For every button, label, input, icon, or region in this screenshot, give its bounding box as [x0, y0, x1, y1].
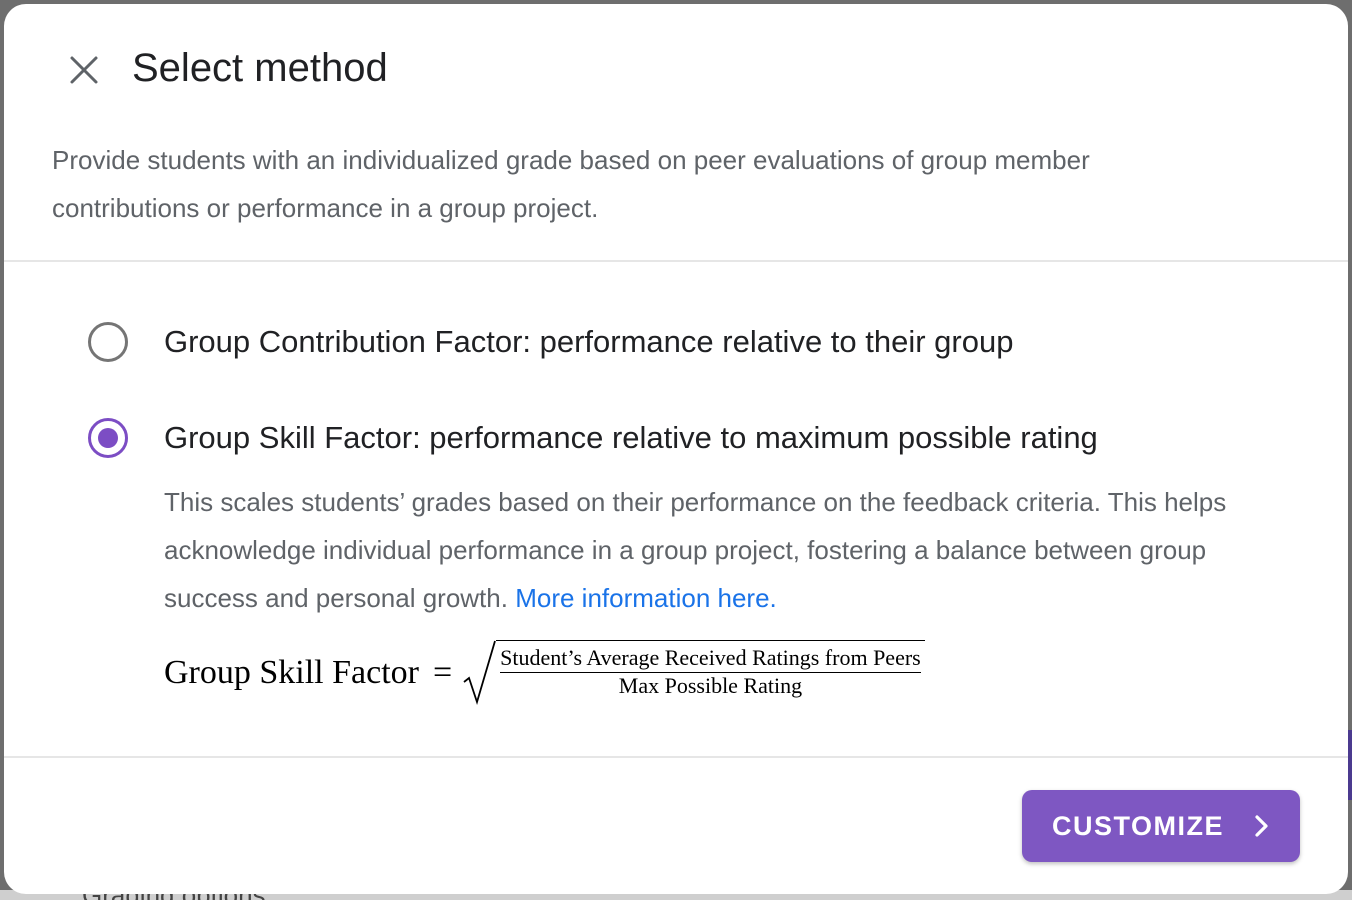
select-method-dialog: Select method Provide students with an i… [4, 4, 1348, 894]
formula-lhs: Group Skill Factor [164, 654, 419, 691]
square-root: Student’s Average Received Ratings from … [462, 640, 925, 706]
radio-group-skill-factor[interactable] [88, 418, 128, 458]
dialog-header: Select method [4, 4, 1348, 104]
top-divider [4, 260, 1348, 262]
option-group-contribution-factor[interactable]: Group Contribution Factor: performance r… [88, 322, 1013, 362]
formula-numerator: Student’s Average Received Ratings from … [500, 645, 921, 673]
formula-fraction: Student’s Average Received Ratings from … [496, 640, 925, 706]
option-label-group-skill-factor: Group Skill Factor: performance relative… [164, 420, 1098, 455]
dialog-title: Select method [132, 46, 388, 90]
close-icon [70, 56, 98, 84]
option-group-skill-factor[interactable]: Group Skill Factor: performance relative… [88, 418, 1098, 458]
formula-denominator: Max Possible Rating [618, 673, 803, 698]
customize-button-label: CUSTOMIZE [1051, 810, 1224, 841]
customize-button[interactable]: CUSTOMIZE [1022, 790, 1300, 862]
formula-equals: = [432, 654, 453, 691]
option-label-group-contribution-factor: Group Contribution Factor: performance r… [164, 324, 1014, 359]
bottom-divider [4, 756, 1348, 758]
group-skill-factor-description: This scales students’ grades based on th… [164, 478, 1264, 622]
dialog-description: Provide students with an individualized … [52, 145, 1090, 223]
chevron-right-icon [1255, 815, 1268, 837]
radio-group-contribution-factor[interactable] [88, 322, 128, 362]
more-information-link[interactable]: More information here. [515, 583, 777, 613]
close-button[interactable] [62, 48, 106, 92]
group-skill-factor-formula: Group Skill Factor = Student’s Average R… [164, 638, 925, 708]
square-root-icon [463, 640, 497, 706]
